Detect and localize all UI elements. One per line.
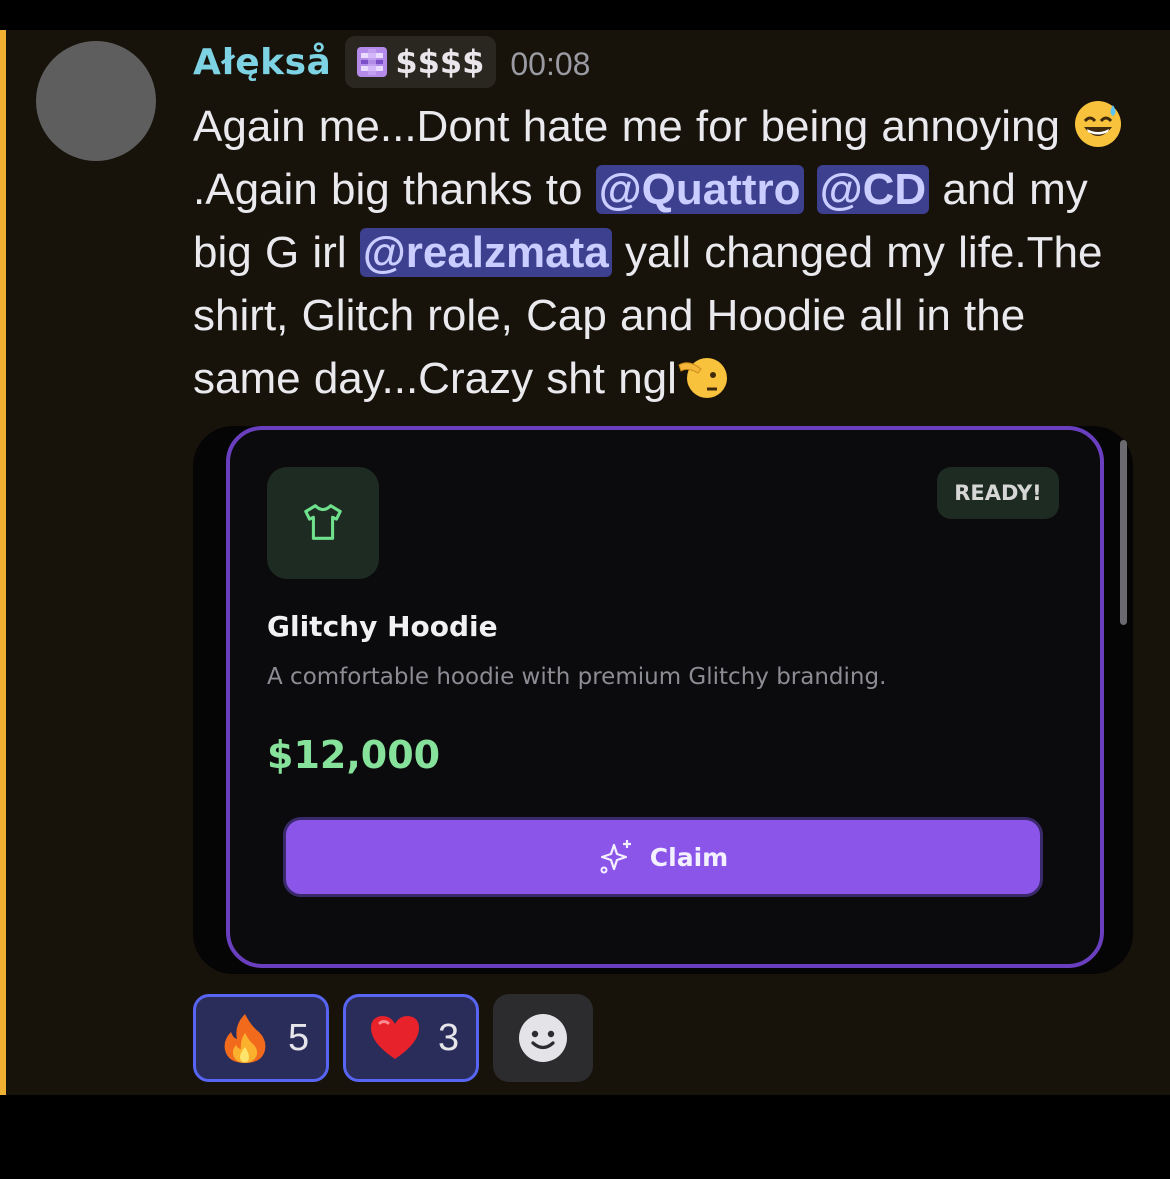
item-description: A comfortable hoodie with premium Glitch… (267, 664, 887, 690)
embed-scrollbar[interactable] (1120, 440, 1127, 625)
reaction-fire[interactable]: 5 (193, 994, 329, 1082)
heart-icon (371, 1016, 419, 1059)
mention-quattro[interactable]: @Quattro (595, 165, 804, 214)
mention-realzmata[interactable]: @realzmata (359, 228, 612, 277)
item-price: $12,000 (267, 733, 441, 777)
saluting-face-emoji-icon (678, 358, 727, 398)
reaction-count: 3 (438, 1016, 460, 1059)
message-content: Again me...Dont hate me for being annoyi… (193, 95, 1143, 410)
add-reaction-button[interactable] (493, 994, 593, 1082)
bottom-strip (0, 1095, 1170, 1179)
sparkles-icon (600, 840, 631, 874)
username[interactable]: Ałękså (193, 42, 331, 83)
mention-highlight-bar (0, 30, 6, 1095)
item-title: Glitchy Hoodie (267, 610, 498, 643)
claim-button[interactable]: Claim (283, 817, 1043, 897)
claim-button-label: Claim (649, 842, 729, 872)
shirt-icon (304, 504, 342, 540)
fire-icon (224, 1014, 266, 1063)
top-strip (0, 0, 1170, 30)
item-icon-box (267, 467, 379, 579)
timestamp: 00:08 (510, 45, 591, 82)
avatar[interactable] (36, 41, 156, 161)
role-tag[interactable]: $$$$ (345, 36, 497, 88)
message-text: Again me...Dont hate me for being annoyi… (193, 102, 1074, 151)
sweat-smile-emoji-icon (1075, 101, 1122, 147)
message-text: .Again big thanks to (193, 165, 596, 214)
reaction-heart[interactable]: 3 (343, 994, 479, 1082)
status-badge: READY! (937, 467, 1059, 519)
mention-cd[interactable]: @CD (816, 165, 930, 214)
reaction-count: 5 (288, 1016, 310, 1059)
role-badge-icon (357, 47, 388, 77)
message-header: Ałękså $$$$ 00:08 (193, 34, 590, 90)
smiley-add-icon (519, 1014, 567, 1062)
role-tag-label: $$$$ (395, 43, 485, 81)
